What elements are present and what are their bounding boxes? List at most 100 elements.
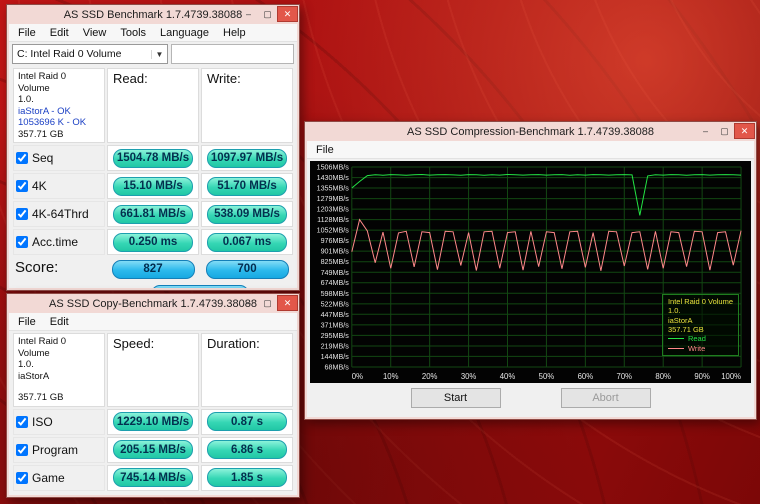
svg-text:901MB/s: 901MB/s [321, 248, 350, 256]
benchmark-toolbar: C: Intel Raid 0 Volume ▼ [9, 42, 297, 66]
svg-text:371MB/s: 371MB/s [321, 321, 350, 329]
desktop-wallpaper: AS SSD Benchmark 1.7.4739.38088 – ▢ ✕ Fi… [0, 0, 760, 504]
close-icon[interactable]: ✕ [277, 295, 298, 311]
svg-text:825MB/s: 825MB/s [321, 258, 350, 266]
svg-text:447MB/s: 447MB/s [321, 311, 350, 319]
svg-text:60%: 60% [578, 372, 594, 381]
4k-label: 4K [32, 179, 47, 194]
drive-info-panel: Intel Raid 0 Volume 1.0. iaStorA - OK 10… [13, 68, 105, 144]
4k-checkbox[interactable] [16, 180, 28, 193]
menu-edit[interactable]: Edit [43, 26, 76, 40]
svg-text:1430MB/s: 1430MB/s [317, 174, 350, 182]
menu-view[interactable]: View [76, 26, 114, 40]
program-checkbox[interactable] [16, 443, 28, 456]
chevron-down-icon[interactable]: ▼ [151, 49, 167, 59]
compression-window-body: File 1506MB/s 1430MB/s 1355MB/s 1279MB/s 120… [307, 141, 754, 417]
legend-entry-read: Read [667, 334, 733, 343]
svg-text:1203MB/s: 1203MB/s [317, 206, 350, 214]
svg-text:295MB/s: 295MB/s [321, 332, 350, 340]
drive-capacity: 357.71 GB [18, 392, 64, 404]
game-duration-value: 1.85 s [207, 468, 287, 488]
menu-edit[interactable]: Edit [43, 315, 76, 329]
svg-text:70%: 70% [617, 372, 633, 381]
row-label-iso: ISO [13, 408, 105, 435]
acctime-label: Acc.time [32, 235, 79, 250]
program-duration-value: 6.86 s [207, 440, 287, 460]
seq-read-value: 1504.78 MB/s [113, 148, 193, 168]
drive-name: Intel Raid 0 Volume [18, 336, 67, 359]
compression-titlebar[interactable]: AS SSD Compression-Benchmark 1.7.4739.38… [305, 122, 756, 141]
close-icon[interactable]: ✕ [734, 123, 755, 139]
close-icon[interactable]: ✕ [277, 6, 298, 22]
row-label-seq: Seq [13, 145, 105, 172]
menu-file[interactable]: File [11, 315, 43, 329]
svg-text:1279MB/s: 1279MB/s [317, 195, 350, 203]
copy-results-grid: ISO 1229.10 MB/s 0.87 s Program 205.15 M… [9, 407, 297, 491]
minimize-icon[interactable]: – [239, 6, 258, 22]
row-label-4k64thrd: 4K-64Thrd [13, 201, 105, 228]
4k-read-value: 15.10 MB/s [113, 176, 193, 196]
score-label: Score: [15, 259, 59, 277]
speed-column-header: Speed: [107, 333, 199, 407]
menu-language[interactable]: Language [153, 26, 216, 40]
maximize-icon[interactable]: ▢ [258, 295, 277, 311]
menu-file[interactable]: File [11, 26, 43, 40]
menu-tools[interactable]: Tools [113, 26, 153, 40]
svg-text:749MB/s: 749MB/s [321, 269, 350, 277]
game-label: Game [32, 470, 65, 485]
svg-text:674MB/s: 674MB/s [321, 279, 350, 287]
svg-text:30%: 30% [461, 372, 477, 381]
acctime-checkbox[interactable] [16, 236, 28, 249]
svg-text:522MB/s: 522MB/s [321, 300, 350, 308]
row-label-acctime: Acc.time [13, 229, 105, 256]
copy-titlebar[interactable]: AS SSD Copy-Benchmark 1.7.4739.38088 – ▢… [7, 294, 299, 313]
benchmark-menubar: File Edit View Tools Language Help [9, 24, 297, 42]
drive-capacity: 357.71 GB [18, 128, 64, 140]
program-speed-value: 205.15 MB/s [113, 440, 193, 460]
svg-text:976MB/s: 976MB/s [321, 237, 350, 245]
game-checkbox[interactable] [16, 471, 28, 484]
svg-text:68MB/s: 68MB/s [325, 363, 350, 371]
drive-name: Intel Raid 0 Volume [18, 71, 67, 94]
minimize-icon[interactable]: – [239, 295, 258, 311]
svg-text:598MB/s: 598MB/s [321, 290, 350, 298]
svg-text:0%: 0% [352, 372, 363, 381]
svg-text:1506MB/s: 1506MB/s [317, 163, 350, 171]
benchmark-caption-buttons: – ▢ ✕ [239, 6, 298, 22]
drive-alignment-status: 1053696 K - OK [18, 117, 87, 129]
copy-caption-buttons: – ▢ ✕ [239, 295, 298, 311]
write-column-header: Write: [201, 68, 293, 144]
seq-write-value: 1097.97 MB/s [207, 148, 287, 168]
maximize-icon[interactable]: ▢ [258, 6, 277, 22]
game-speed-value: 745.14 MB/s [113, 468, 193, 488]
svg-text:40%: 40% [500, 372, 516, 381]
svg-text:1128MB/s: 1128MB/s [317, 216, 349, 224]
4k64thrd-label: 4K-64Thrd [32, 207, 89, 222]
compression-menubar: File [307, 141, 754, 159]
seq-label: Seq [32, 151, 54, 166]
drive-driver: iaStorA [18, 370, 50, 382]
svg-text:80%: 80% [655, 372, 671, 381]
legend-drive-name: Intel Raid 0 Volume [667, 296, 733, 306]
menu-help[interactable]: Help [216, 26, 253, 40]
start-button[interactable]: Start [410, 388, 501, 408]
copy-header-grid: Intel Raid 0 Volume 1.0. iaStorA 357.71 … [9, 331, 297, 407]
seq-checkbox[interactable] [16, 152, 28, 165]
legend-drive-driver: iaStorA [667, 315, 693, 325]
drive-select[interactable]: C: Intel Raid 0 Volume ▼ [12, 44, 168, 64]
menu-file[interactable]: File [309, 143, 341, 157]
iso-duration-value: 0.87 s [207, 412, 287, 432]
svg-text:90%: 90% [694, 372, 710, 381]
benchmark-titlebar[interactable]: AS SSD Benchmark 1.7.4739.38088 – ▢ ✕ [7, 5, 299, 24]
toolbar-field [171, 44, 294, 64]
write-line-swatch [667, 347, 684, 349]
4k64thrd-checkbox[interactable] [16, 208, 28, 221]
abort-button[interactable]: Abort [560, 388, 651, 408]
drive-select-value: C: Intel Raid 0 Volume [17, 48, 122, 60]
minimize-icon[interactable]: – [696, 123, 715, 139]
legend-write-label: Write [687, 343, 706, 353]
iso-speed-value: 1229.10 MB/s [113, 412, 193, 432]
compression-caption-buttons: – ▢ ✕ [696, 123, 755, 139]
iso-checkbox[interactable] [16, 415, 28, 428]
maximize-icon[interactable]: ▢ [715, 123, 734, 139]
